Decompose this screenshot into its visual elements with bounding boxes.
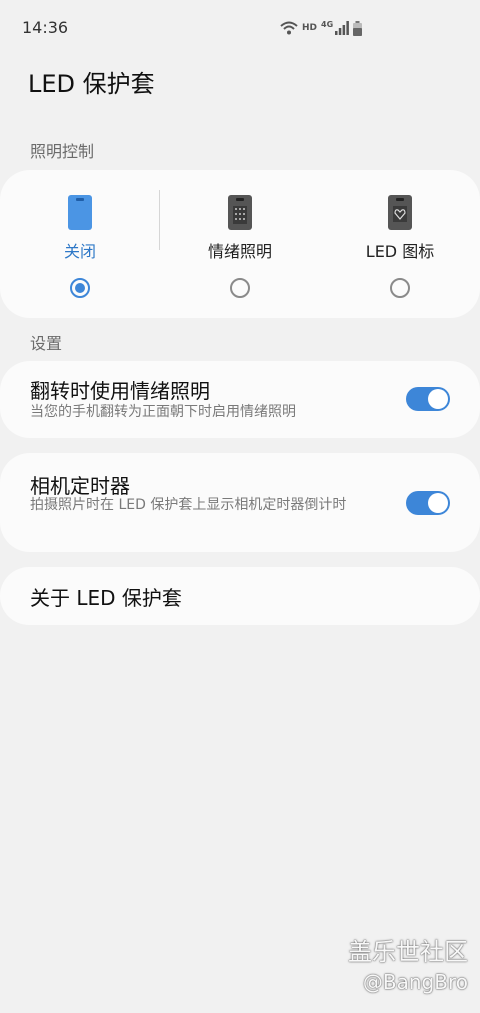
radio-off[interactable]: [70, 278, 90, 298]
watermark-brand: 盖乐世社区: [348, 938, 468, 966]
network-type: 4G: [321, 19, 334, 29]
about-led-cover[interactable]: 关于 LED 保护套: [0, 567, 480, 625]
battery-icon: [353, 20, 363, 36]
setting-camera-timer[interactable]: 相机定时器 拍摄照片时在 LED 保护套上显示相机定时器倒计时: [0, 453, 480, 552]
status-time: 14:36: [22, 18, 69, 37]
mode-option-mood[interactable]: 情绪照明: [160, 170, 320, 318]
signal-icon: [335, 21, 350, 35]
toggle-knob: [428, 493, 448, 513]
flip-mood-toggle[interactable]: [406, 387, 450, 411]
camera-timer-toggle[interactable]: [406, 491, 450, 515]
settings-section-label: 设置: [30, 334, 63, 353]
wifi-icon: [280, 21, 298, 35]
mode-option-off[interactable]: 关闭: [0, 170, 160, 318]
setting-camera-timer-desc: 拍摄照片时在 LED 保护套上显示相机定时器倒计时: [30, 497, 347, 513]
setting-flip-mood-title: 翻转时使用情绪照明: [30, 379, 210, 403]
lighting-mode-card: 关闭 情绪照明 LED 图标: [0, 170, 480, 318]
mode-label-led-icon: LED 图标: [365, 242, 435, 261]
page-title: LED 保护套: [28, 70, 155, 98]
radio-led-icon[interactable]: [390, 278, 410, 298]
setting-flip-mood[interactable]: 翻转时使用情绪照明 当您的手机翻转为正面朝下时启用情绪照明: [0, 361, 480, 438]
cover-off-icon: [68, 195, 92, 230]
about-led-cover-label: 关于 LED 保护套: [30, 586, 182, 610]
radio-mood[interactable]: [230, 278, 250, 298]
toggle-knob: [428, 389, 448, 409]
status-icons: HD 4G: [280, 18, 363, 38]
cover-mood-icon: [228, 195, 252, 230]
lighting-section-label: 照明控制: [30, 142, 95, 161]
watermark-handle: @BangBro: [362, 970, 468, 994]
hd-badge: HD: [302, 23, 318, 33]
cover-led-icon: [388, 195, 412, 230]
setting-flip-mood-desc: 当您的手机翻转为正面朝下时启用情绪照明: [30, 404, 296, 420]
mode-label-off: 关闭: [63, 242, 96, 261]
mode-label-mood: 情绪照明: [207, 242, 272, 261]
mode-option-led-icon[interactable]: LED 图标: [320, 170, 480, 318]
status-bar: 14:36 HD 4G: [0, 0, 480, 56]
